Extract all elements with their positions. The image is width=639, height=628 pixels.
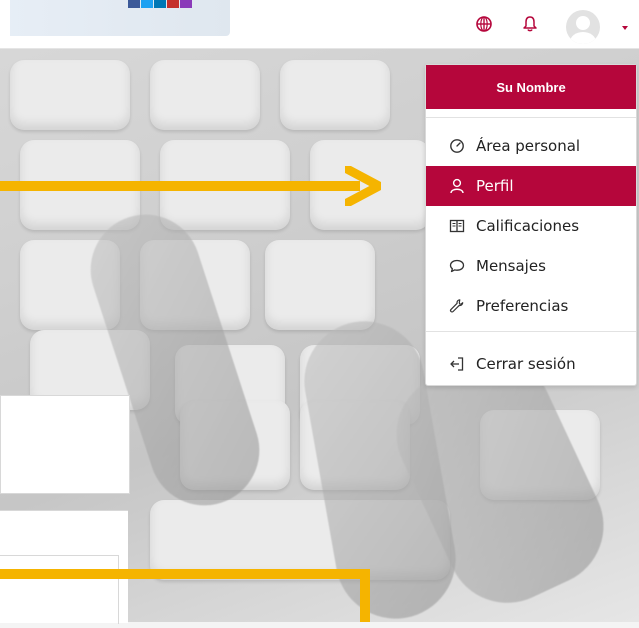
wrench-icon — [448, 297, 466, 315]
content-panel-inner — [0, 555, 119, 624]
social-icon[interactable] — [128, 0, 140, 8]
menu-item-label: Mensajes — [476, 257, 546, 275]
chevron-down-icon[interactable] — [620, 18, 630, 30]
menu-item-calificaciones[interactable]: Calificaciones — [426, 206, 636, 246]
annotation-bracket-line — [360, 569, 370, 622]
user-dropdown-menu: Su Nombre Área personal Perfil Calificac… — [425, 64, 637, 386]
social-icon[interactable] — [141, 0, 153, 8]
social-icon[interactable] — [180, 0, 192, 8]
key — [10, 60, 130, 130]
message-bubble-icon — [448, 257, 466, 275]
menu-item-label: Perfil — [476, 177, 514, 195]
menu-item-label: Preferencias — [476, 297, 569, 315]
annotation-bracket-line — [0, 569, 370, 579]
banner-edge — [0, 0, 10, 36]
key — [280, 60, 390, 130]
menu-item-label: Cerrar sesión — [476, 355, 576, 373]
key — [150, 60, 260, 130]
menu-item-label: Calificaciones — [476, 217, 580, 235]
social-icon[interactable] — [154, 0, 166, 8]
content-panel — [0, 510, 128, 624]
bell-icon[interactable] — [520, 12, 540, 36]
content-panel — [0, 395, 130, 494]
logout-icon — [448, 355, 466, 373]
menu-item-perfil[interactable]: Perfil — [426, 166, 636, 206]
menu-item-area-personal[interactable]: Área personal — [426, 126, 636, 166]
annotation-arrow-line — [0, 181, 360, 191]
header-banner-fragment — [0, 0, 230, 36]
globe-icon[interactable] — [474, 12, 494, 36]
dashboard-gauge-icon — [448, 137, 466, 155]
avatar[interactable] — [566, 10, 600, 44]
divider — [426, 331, 636, 332]
menu-item-cerrar-sesion[interactable]: Cerrar sesión — [426, 344, 636, 384]
menu-item-preferencias[interactable]: Preferencias — [426, 286, 636, 326]
divider — [426, 117, 636, 118]
menu-item-label: Área personal — [476, 137, 581, 155]
user-name-header: Su Nombre — [426, 65, 636, 109]
menu-item-mensajes[interactable]: Mensajes — [426, 246, 636, 286]
top-navbar — [0, 0, 639, 49]
key — [265, 240, 375, 330]
annotation-arrowhead — [345, 166, 381, 206]
social-icon[interactable] — [167, 0, 179, 8]
grades-book-icon — [448, 217, 466, 235]
user-icon — [448, 177, 466, 195]
